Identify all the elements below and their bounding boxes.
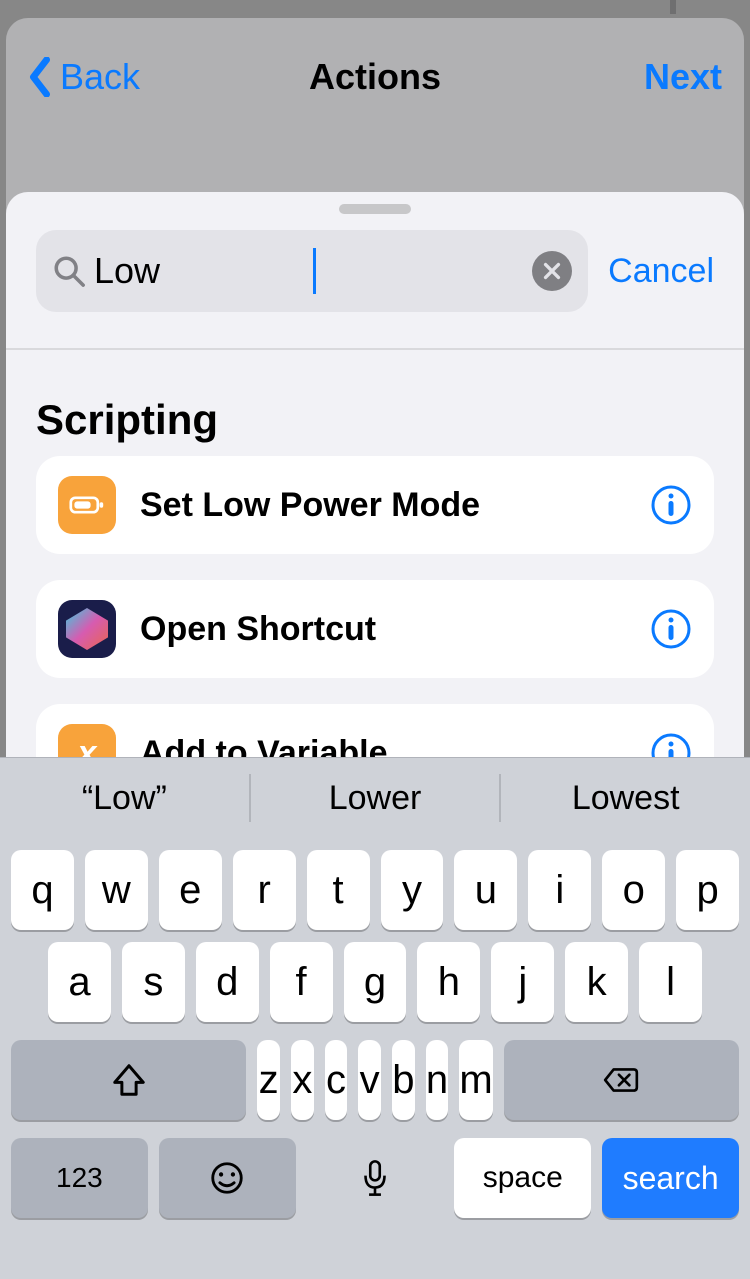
shift-icon <box>110 1061 148 1099</box>
backspace-key[interactable] <box>504 1040 739 1120</box>
key-r[interactable]: r <box>233 850 296 930</box>
action-row-open-shortcut[interactable]: Open Shortcut <box>36 580 714 678</box>
key-o[interactable]: o <box>602 850 665 930</box>
key-t[interactable]: t <box>307 850 370 930</box>
suggestion-2[interactable]: Lower <box>251 779 500 818</box>
search-icon <box>52 254 86 288</box>
chevron-left-icon <box>28 57 52 97</box>
key-d[interactable]: d <box>196 942 259 1022</box>
next-button[interactable]: Next <box>644 56 722 98</box>
shift-key[interactable] <box>11 1040 246 1120</box>
dictation-key[interactable] <box>307 1138 444 1218</box>
emoji-key[interactable] <box>159 1138 296 1218</box>
clear-search-button[interactable] <box>532 251 572 291</box>
sheet-grabber[interactable] <box>339 204 411 214</box>
action-label: Set Low Power Mode <box>140 486 626 525</box>
action-row-set-low-power-mode[interactable]: Set Low Power Mode <box>36 456 714 554</box>
key-z[interactable]: z <box>257 1040 280 1120</box>
emoji-icon <box>208 1159 246 1197</box>
info-icon[interactable] <box>650 608 692 650</box>
suggestion-1[interactable]: “Low” <box>0 779 249 818</box>
key-c[interactable]: c <box>325 1040 348 1120</box>
key-s[interactable]: s <box>122 942 185 1022</box>
key-n[interactable]: n <box>426 1040 449 1120</box>
shortcuts-app-icon <box>58 600 116 658</box>
action-label: Open Shortcut <box>140 610 626 649</box>
key-g[interactable]: g <box>344 942 407 1022</box>
keyboard: “Low” Lower Lowest q w e r t y u i o p a… <box>0 757 750 1279</box>
key-l[interactable]: l <box>639 942 702 1022</box>
back-button[interactable]: Back <box>28 56 140 98</box>
key-k[interactable]: k <box>565 942 628 1022</box>
battery-icon <box>58 476 116 534</box>
cancel-button[interactable]: Cancel <box>608 252 714 291</box>
key-y[interactable]: y <box>381 850 444 930</box>
key-i[interactable]: i <box>528 850 591 930</box>
key-e[interactable]: e <box>159 850 222 930</box>
key-q[interactable]: q <box>11 850 74 930</box>
text-caret <box>313 248 316 294</box>
key-row-3: z x c v b n m <box>0 1040 750 1120</box>
key-f[interactable]: f <box>270 942 333 1022</box>
key-m[interactable]: m <box>459 1040 492 1120</box>
backspace-icon <box>602 1061 640 1099</box>
key-b[interactable]: b <box>392 1040 415 1120</box>
key-h[interactable]: h <box>417 942 480 1022</box>
nav-bar: Back Actions Next <box>6 18 744 136</box>
back-label: Back <box>60 56 140 98</box>
suggestion-3[interactable]: Lowest <box>501 779 750 818</box>
numbers-key[interactable]: 123 <box>11 1138 148 1218</box>
key-row-1: q w e r t y u i o p <box>0 850 750 930</box>
section-header: Scripting <box>6 350 744 456</box>
x-icon <box>543 262 561 280</box>
search-field[interactable]: Low <box>36 230 588 312</box>
key-x[interactable]: x <box>291 1040 314 1120</box>
space-key[interactable]: space <box>454 1138 591 1218</box>
key-row-2: a s d f g h j k l <box>0 942 750 1022</box>
search-input-value: Low <box>94 250 311 292</box>
key-j[interactable]: j <box>491 942 554 1022</box>
results-list: Set Low Power Mode Open Shortcut x Add t… <box>6 456 744 802</box>
suggestion-bar: “Low” Lower Lowest <box>0 758 750 838</box>
mic-icon <box>356 1159 394 1197</box>
info-icon[interactable] <box>650 484 692 526</box>
key-u[interactable]: u <box>454 850 517 930</box>
key-v[interactable]: v <box>358 1040 381 1120</box>
key-row-4: 123 space search <box>0 1138 750 1218</box>
background-stub <box>670 0 676 14</box>
key-a[interactable]: a <box>48 942 111 1022</box>
key-p[interactable]: p <box>676 850 739 930</box>
key-w[interactable]: w <box>85 850 148 930</box>
search-key[interactable]: search <box>602 1138 739 1218</box>
